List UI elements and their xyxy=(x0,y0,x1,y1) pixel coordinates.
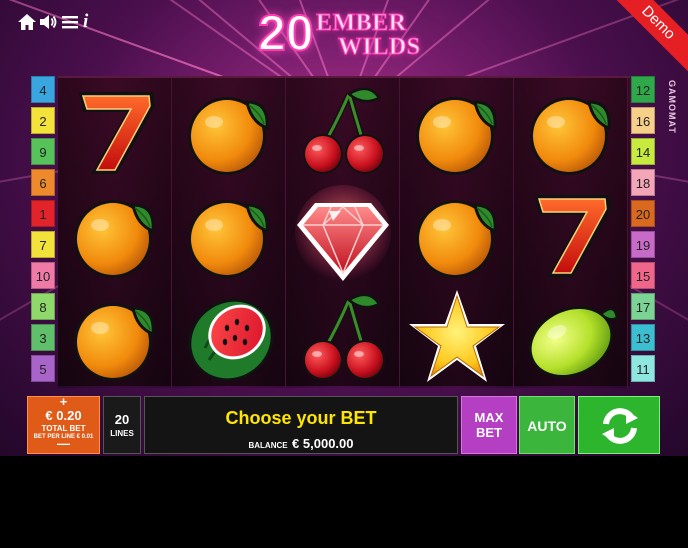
right-line-marker-18: 18 xyxy=(631,169,655,196)
right-line-marker-13: 13 xyxy=(631,324,655,351)
left-line-marker-2: 2 xyxy=(31,107,55,134)
orange-symbol xyxy=(65,185,165,285)
left-line-marker-9: 9 xyxy=(31,138,55,165)
seven-symbol xyxy=(65,82,165,182)
logo-number: 20 xyxy=(257,5,315,61)
orange-symbol xyxy=(521,82,621,182)
lines-value: 20 xyxy=(114,412,130,427)
spin-button[interactable] xyxy=(578,396,660,454)
cherry-symbol xyxy=(293,82,393,182)
left-line-marker-7: 7 xyxy=(31,231,55,258)
orange-symbol xyxy=(407,82,507,182)
reel-1 xyxy=(58,78,172,388)
logo-word-ember: EMBER xyxy=(316,10,407,37)
left-line-marker-1: 1 xyxy=(31,200,55,227)
auto-play-button[interactable]: AUTO xyxy=(519,396,575,454)
right-line-marker-11: 11 xyxy=(631,355,655,382)
reel-area xyxy=(58,76,630,388)
total-bet-label: TOTAL BET xyxy=(41,424,86,433)
reel-4 xyxy=(400,78,514,388)
logo-word-wilds: WILDS xyxy=(338,34,421,61)
diamond-symbol xyxy=(293,185,393,285)
left-line-marker-6: 6 xyxy=(31,169,55,196)
reel-5 xyxy=(514,78,628,388)
bet-increase-button[interactable]: + xyxy=(28,395,99,409)
left-line-marker-3: 3 xyxy=(31,324,55,351)
right-line-marker-20: 20 xyxy=(631,200,655,227)
max-bet-line2: BET xyxy=(476,425,502,440)
right-line-marker-14: 14 xyxy=(631,138,655,165)
max-bet-line1: MAX xyxy=(474,410,504,425)
orange-symbol xyxy=(179,82,279,182)
home-icon[interactable] xyxy=(17,12,37,32)
reel-3 xyxy=(286,78,400,388)
left-line-marker-4: 4 xyxy=(31,76,55,103)
spin-arrows-icon xyxy=(602,408,638,444)
left-line-marker-10: 10 xyxy=(31,262,55,289)
game-stage: i 20 EMBER WILDS Demo 4 2 9 6 1 7 10 8 3 5 12 16 14… xyxy=(0,0,688,456)
right-line-marker-19: 19 xyxy=(631,231,655,258)
right-line-marker-17: 17 xyxy=(631,293,655,320)
orange-symbol xyxy=(179,185,279,285)
right-line-marker-16: 16 xyxy=(631,107,655,134)
total-bet-box[interactable]: + € 0.20 TOTAL BET BET PER LINE € 0.01 — xyxy=(27,395,100,454)
seven-symbol xyxy=(521,185,621,285)
info-icon[interactable]: i xyxy=(83,12,103,32)
balance-label: BALANCE xyxy=(248,441,288,450)
watermelon-symbol xyxy=(179,288,279,388)
demo-ribbon: Demo xyxy=(606,0,688,75)
star-symbol xyxy=(407,288,507,388)
max-bet-button[interactable]: MAX BET xyxy=(461,396,517,454)
left-line-marker-5: 5 xyxy=(31,355,55,382)
speaker-icon[interactable] xyxy=(38,12,58,32)
right-line-marker-15: 15 xyxy=(631,262,655,289)
balance-value: € 5,000.00 xyxy=(292,436,354,451)
lime-symbol xyxy=(521,288,621,388)
bet-amount: € 0.20 xyxy=(45,408,82,423)
game-logo: 20 EMBER WILDS xyxy=(257,5,430,62)
orange-symbol xyxy=(65,288,165,388)
lines-label: LINES xyxy=(110,429,134,438)
control-bar: + € 0.20 TOTAL BET BET PER LINE € 0.01 —… xyxy=(0,388,688,456)
reel-2 xyxy=(172,78,286,388)
message-box: Choose your BET BALANCE € 5,000.00 xyxy=(144,396,458,454)
provider-logo: GAMOMAT xyxy=(667,80,677,134)
cherry-symbol xyxy=(293,288,393,388)
lines-box[interactable]: 20 LINES xyxy=(103,396,141,454)
status-message: Choose your BET xyxy=(225,408,377,428)
menu-icon[interactable] xyxy=(60,12,80,32)
bet-decrease-button[interactable]: — xyxy=(28,437,99,451)
orange-symbol xyxy=(407,185,507,285)
left-line-marker-8: 8 xyxy=(31,293,55,320)
right-line-marker-12: 12 xyxy=(631,76,655,103)
